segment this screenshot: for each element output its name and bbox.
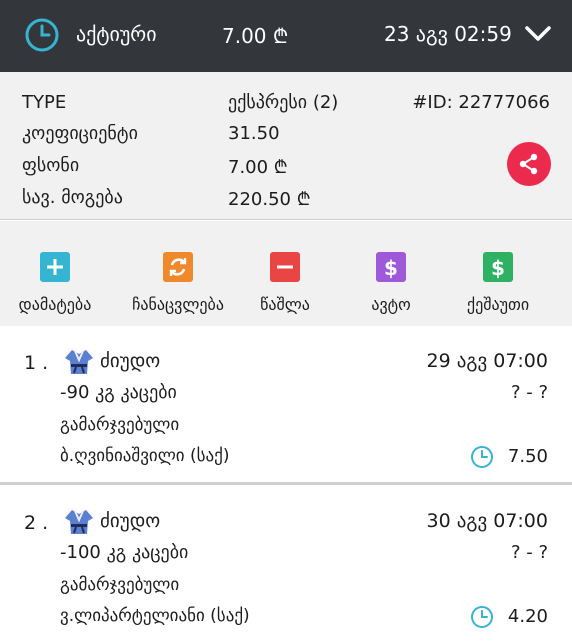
bet-info: TYPE ექსპრესი (2) #ID: 22777066 კოეფიციე… <box>0 72 572 220</box>
dollar-icon: $ <box>376 252 406 282</box>
list-item[interactable]: 1 . ძიუდო 29 აგვ 07:00 -90 კგ კაცები ? -… <box>0 326 572 485</box>
bet-date: 23 აგვ 02:59 <box>384 22 512 46</box>
delete-label: წაშლა <box>260 295 310 314</box>
header-stake: 7.00 ₾ <box>222 24 289 48</box>
info-row-coef: კოეფიციენტი 31.50 <box>0 123 572 153</box>
share-button[interactable] <box>507 142 551 186</box>
add-button[interactable]: დამატება <box>0 221 110 326</box>
cashout-button[interactable]: $ ქეშაუთი <box>443 221 553 326</box>
cashout-label: ქეშაუთი <box>466 295 530 314</box>
market-name: გამარჯვებული <box>60 575 180 595</box>
type-label: TYPE <box>22 92 67 113</box>
plus-icon <box>40 252 70 282</box>
odd-value: 7.50 <box>507 446 548 467</box>
stake-value: 7.00 ₾ <box>228 157 288 178</box>
swap-icon <box>163 252 193 282</box>
win-value: 220.50 ₾ <box>228 189 311 210</box>
list-item[interactable]: 2 . ძიუდო 30 აგვ 07:00 -100 კგ კაცები ? … <box>0 486 572 644</box>
coef-value: 31.50 <box>228 123 280 144</box>
bet-actions: დამატება ჩანაცვლება წაშლა $ ავტო $ ქეშაუ… <box>0 221 572 326</box>
stake-label: ფსონი <box>22 155 80 176</box>
odd-value: 4.20 <box>507 606 548 627</box>
judo-icon <box>65 510 93 534</box>
dollar-icon: $ <box>483 252 513 282</box>
replace-label: ჩანაცვლება <box>132 295 224 314</box>
type-value: ექსპრესი (2) <box>228 92 339 113</box>
event-name: -100 კგ კაცები <box>60 542 189 563</box>
info-row-type: TYPE ექსპრესი (2) #ID: 22777066 <box>0 92 572 122</box>
coef-label: კოეფიციენტი <box>22 123 138 144</box>
bet-status: აქტიური <box>76 22 157 46</box>
divider <box>0 482 572 485</box>
pick-name: ვ.ლიპარტელიანი (საქ) <box>60 606 250 626</box>
info-row-stake: ფსონი 7.00 ₾ <box>0 155 572 185</box>
auto-button[interactable]: $ ავტო <box>336 221 446 326</box>
sport-name: ძიუდო <box>100 510 161 532</box>
replace-button[interactable]: ჩანაცვლება <box>123 221 233 326</box>
clock-icon <box>471 606 493 628</box>
judo-icon <box>65 350 93 374</box>
bet-number: 2 . <box>24 512 49 534</box>
event-score: ? - ? <box>510 382 548 403</box>
share-icon <box>519 153 538 175</box>
bet-list: 1 . ძიუდო 29 აგვ 07:00 -90 კგ კაცები ? -… <box>0 326 572 640</box>
add-label: დამატება <box>18 295 92 314</box>
bet-header[interactable]: აქტიური 7.00 ₾ 23 აგვ 02:59 <box>0 0 572 72</box>
minus-icon <box>270 252 300 282</box>
info-row-win: სავ. მოგება 220.50 ₾ <box>0 187 572 217</box>
auto-label: ავტო <box>371 295 411 314</box>
svg-text:$: $ <box>384 256 398 280</box>
event-time: 29 აგვ 07:00 <box>426 350 548 372</box>
pick-name: ბ.ღვინიაშვილი (საქ) <box>60 446 230 466</box>
event-time: 30 აგვ 07:00 <box>426 510 548 532</box>
sport-name: ძიუდო <box>100 350 161 372</box>
chevron-down-icon[interactable] <box>524 24 552 44</box>
event-name: -90 კგ კაცები <box>60 382 177 403</box>
win-label: სავ. მოგება <box>22 187 123 208</box>
event-score: ? - ? <box>510 542 548 563</box>
clock-icon <box>471 446 493 468</box>
market-name: გამარჯვებული <box>60 415 180 435</box>
bet-id: #ID: 22777066 <box>412 92 550 113</box>
delete-button[interactable]: წაშლა <box>230 221 340 326</box>
bet-number: 1 . <box>24 352 49 374</box>
svg-text:$: $ <box>491 256 505 280</box>
clock-icon <box>25 18 59 52</box>
